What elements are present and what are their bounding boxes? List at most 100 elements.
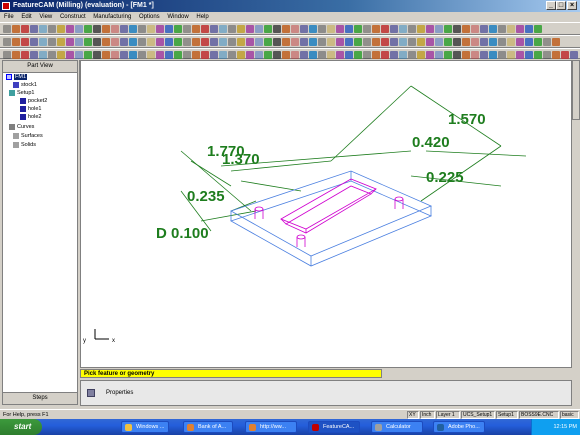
menu-file[interactable]: File bbox=[4, 14, 14, 20]
toolbar-button-icon[interactable] bbox=[129, 25, 137, 33]
toolbar-button-icon[interactable] bbox=[534, 38, 542, 46]
toolbar-button-icon[interactable] bbox=[408, 38, 416, 46]
toolbar-button-icon[interactable] bbox=[75, 38, 83, 46]
toolbar-button-icon[interactable] bbox=[273, 25, 281, 33]
menu-manufacturing[interactable]: Manufacturing bbox=[93, 14, 131, 20]
toolbar-button-icon[interactable] bbox=[66, 38, 74, 46]
toolbar-button-icon[interactable] bbox=[327, 38, 335, 46]
start-button[interactable]: start bbox=[0, 419, 42, 435]
toolbar-button-icon[interactable] bbox=[183, 51, 191, 59]
right-dock-tab[interactable] bbox=[572, 60, 580, 120]
toolbar-button-icon[interactable] bbox=[120, 51, 128, 59]
clock[interactable]: 12:15 PM bbox=[553, 419, 577, 435]
toolbar-button-icon[interactable] bbox=[345, 25, 353, 33]
toolbar-button-icon[interactable] bbox=[165, 25, 173, 33]
toolbar-button-icon[interactable] bbox=[480, 51, 488, 59]
toolbar-button-icon[interactable] bbox=[282, 25, 290, 33]
tree-item-surfaces[interactable]: Surfaces bbox=[13, 132, 43, 140]
toolbar-button-icon[interactable] bbox=[192, 51, 200, 59]
toolbar-button-icon[interactable] bbox=[102, 51, 110, 59]
toolbar-button-icon[interactable] bbox=[39, 51, 47, 59]
steps-tab[interactable]: Steps bbox=[3, 392, 77, 404]
dim-0-420[interactable]: 0.420 bbox=[412, 134, 450, 151]
tree-item-fm1[interactable]: FM1 bbox=[6, 73, 27, 81]
toolbar-button-icon[interactable] bbox=[120, 38, 128, 46]
toolbar-button-icon[interactable] bbox=[255, 51, 263, 59]
toolbar-button-icon[interactable] bbox=[444, 51, 452, 59]
toolbar-button-icon[interactable] bbox=[381, 51, 389, 59]
toolbar-button-icon[interactable] bbox=[111, 51, 119, 59]
toolbar-button-icon[interactable] bbox=[318, 51, 326, 59]
toolbar-button-icon[interactable] bbox=[480, 38, 488, 46]
tree-item-hole2[interactable]: hole2 bbox=[20, 113, 41, 121]
toolbar-button-icon[interactable] bbox=[210, 38, 218, 46]
toolbar-button-icon[interactable] bbox=[237, 51, 245, 59]
toolbar-button-icon[interactable] bbox=[507, 25, 515, 33]
toolbar-button-icon[interactable] bbox=[147, 25, 155, 33]
toolbar-button-icon[interactable] bbox=[525, 38, 533, 46]
toolbar-button-icon[interactable] bbox=[183, 25, 191, 33]
toolbar-button-icon[interactable] bbox=[75, 25, 83, 33]
toolbar-button-icon[interactable] bbox=[525, 51, 533, 59]
toolbar-button-icon[interactable] bbox=[471, 25, 479, 33]
toolbar-button-icon[interactable] bbox=[300, 25, 308, 33]
toolbar-button-icon[interactable] bbox=[3, 38, 11, 46]
toolbar-button-icon[interactable] bbox=[426, 25, 434, 33]
toolbar-button-icon[interactable] bbox=[561, 51, 569, 59]
toolbar-button-icon[interactable] bbox=[489, 51, 497, 59]
toolbar-button-icon[interactable] bbox=[399, 38, 407, 46]
toolbar-button-icon[interactable] bbox=[327, 51, 335, 59]
properties-label[interactable]: Properties bbox=[106, 390, 133, 396]
toolbar-button-icon[interactable] bbox=[246, 51, 254, 59]
task-bank-of-a[interactable]: Bank of A... bbox=[183, 421, 233, 433]
toolbar-button-icon[interactable] bbox=[282, 38, 290, 46]
toolbar-button-icon[interactable] bbox=[57, 25, 65, 33]
toolbar-button-icon[interactable] bbox=[390, 51, 398, 59]
task-adobe-photoshop[interactable]: Adobe Pho... bbox=[433, 421, 485, 433]
toolbar-button-icon[interactable] bbox=[57, 51, 65, 59]
toolbar-button-icon[interactable] bbox=[84, 38, 92, 46]
toolbar-button-icon[interactable] bbox=[165, 51, 173, 59]
toolbar-button-icon[interactable] bbox=[147, 38, 155, 46]
toolbar-button-icon[interactable] bbox=[426, 51, 434, 59]
toolbar-button-icon[interactable] bbox=[30, 51, 38, 59]
task-http[interactable]: http://ww... bbox=[245, 421, 297, 433]
toolbar-button-icon[interactable] bbox=[390, 38, 398, 46]
toolbar-button-icon[interactable] bbox=[372, 25, 380, 33]
toolbar-button-icon[interactable] bbox=[516, 38, 524, 46]
tree-item-hole1[interactable]: hole1 bbox=[20, 105, 41, 113]
toolbar-button-icon[interactable] bbox=[435, 25, 443, 33]
toolbar-button-icon[interactable] bbox=[156, 38, 164, 46]
toolbar-button-icon[interactable] bbox=[498, 25, 506, 33]
toolbar-button-icon[interactable] bbox=[12, 38, 20, 46]
dim-0-235[interactable]: 0.235 bbox=[187, 188, 225, 205]
menu-view[interactable]: View bbox=[39, 14, 52, 20]
toolbar-button-icon[interactable] bbox=[408, 25, 416, 33]
toolbar-button-icon[interactable] bbox=[534, 25, 542, 33]
task-windows[interactable]: Windows ... bbox=[121, 421, 169, 433]
toolbar-button-icon[interactable] bbox=[453, 25, 461, 33]
toolbar-button-icon[interactable] bbox=[309, 51, 317, 59]
toolbar-button-icon[interactable] bbox=[228, 38, 236, 46]
toolbar-button-icon[interactable] bbox=[489, 25, 497, 33]
toolbar-button-icon[interactable] bbox=[66, 25, 74, 33]
graphics-viewport[interactable]: 1.570 1.770 1.370 0.420 0.225 0.235 D 0.… bbox=[80, 60, 572, 368]
toolbar-button-icon[interactable] bbox=[381, 25, 389, 33]
toolbar-button-icon[interactable] bbox=[336, 51, 344, 59]
toolbar-button-icon[interactable] bbox=[444, 25, 452, 33]
toolbar-button-icon[interactable] bbox=[57, 38, 65, 46]
toolbar-button-icon[interactable] bbox=[462, 38, 470, 46]
toolbar-button-icon[interactable] bbox=[417, 51, 425, 59]
toolbar-button-icon[interactable] bbox=[327, 25, 335, 33]
toolbar-button-icon[interactable] bbox=[111, 38, 119, 46]
toolbar-button-icon[interactable] bbox=[453, 38, 461, 46]
toolbar-button-icon[interactable] bbox=[336, 38, 344, 46]
toolbar-button-icon[interactable] bbox=[435, 38, 443, 46]
toolbar-button-icon[interactable] bbox=[507, 38, 515, 46]
toolbar-button-icon[interactable] bbox=[318, 25, 326, 33]
toolbar-button-icon[interactable] bbox=[354, 38, 362, 46]
toolbar-button-icon[interactable] bbox=[192, 38, 200, 46]
toolbar-button-icon[interactable] bbox=[417, 25, 425, 33]
menu-help[interactable]: Help bbox=[196, 14, 208, 20]
toolbar-button-icon[interactable] bbox=[165, 38, 173, 46]
